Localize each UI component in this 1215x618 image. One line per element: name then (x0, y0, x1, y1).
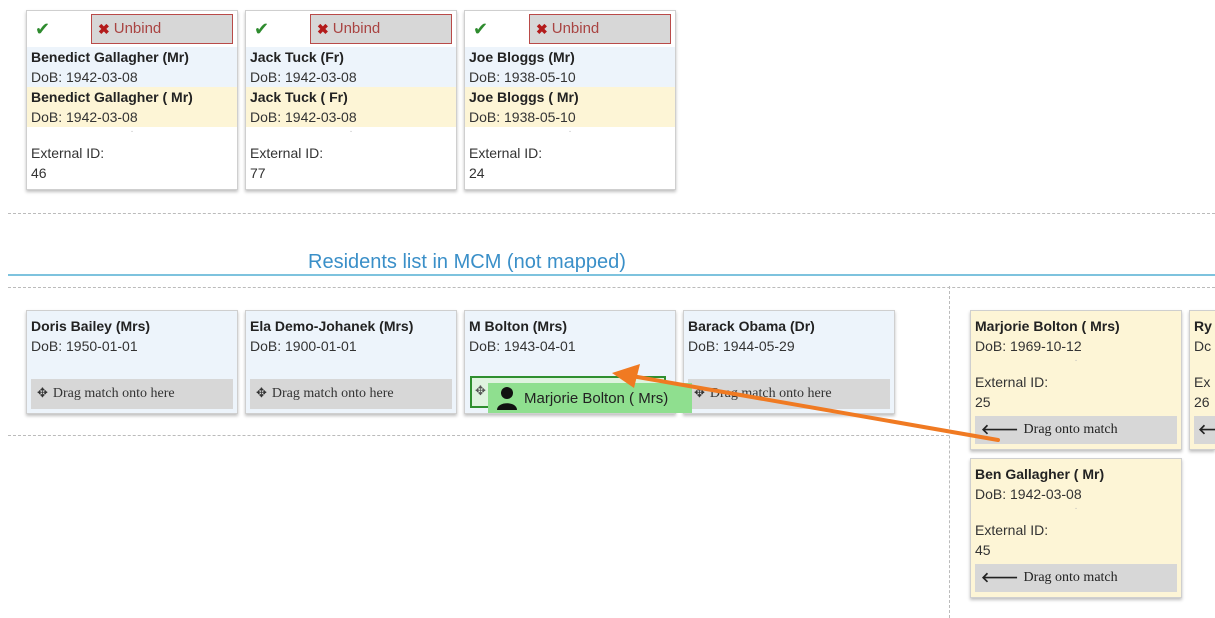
arrow-line (624, 373, 1000, 442)
arrow-head (612, 364, 640, 388)
drag-arrow-annotation (612, 364, 1000, 442)
